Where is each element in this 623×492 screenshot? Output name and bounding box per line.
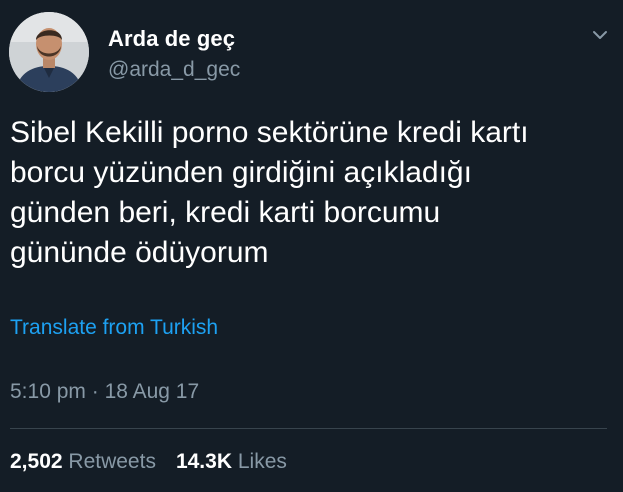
display-name[interactable]: Arda de geç (108, 26, 235, 52)
tweet-text-line: borcu yüzünden girdiğini açıkladığı (10, 156, 472, 189)
retweets-stat[interactable]: 2,502 Retweets (10, 450, 156, 473)
tweet-text-line: Sibel Kekilli porno sektörüne kredi kart… (10, 116, 529, 149)
avatar-photo-icon (9, 12, 89, 92)
user-handle[interactable]: @arda_d_gec (108, 58, 240, 82)
chevron-down-icon[interactable] (589, 24, 611, 46)
divider (10, 428, 607, 429)
translate-link[interactable]: Translate from Turkish (10, 316, 218, 340)
retweets-count: 2,502 (10, 450, 63, 473)
tweet-card: Arda de geç @arda_d_gec Sibel Kekilli po… (0, 0, 623, 492)
tweet-stats: 2,502 Retweets 14.3K Likes (10, 450, 287, 474)
tweet-date: 18 Aug 17 (104, 380, 200, 403)
likes-label: Likes (237, 450, 287, 473)
likes-count: 14.3K (175, 450, 232, 473)
tweet-text: Sibel Kekilli porno sektörüne kredi kart… (10, 113, 610, 273)
tweet-time: 5:10 pm (10, 380, 86, 403)
tweet-text-line: gününde ödüyorum (10, 236, 269, 269)
tweet-text-line: günden beri, kredi karti borcumu (10, 196, 441, 229)
likes-stat[interactable]: 14.3K Likes (176, 450, 287, 473)
retweets-label: Retweets (68, 450, 156, 473)
timestamp[interactable]: 5:10 pm · 18 Aug 17 (10, 380, 199, 404)
avatar[interactable] (9, 12, 89, 92)
timestamp-separator: · (91, 380, 99, 403)
